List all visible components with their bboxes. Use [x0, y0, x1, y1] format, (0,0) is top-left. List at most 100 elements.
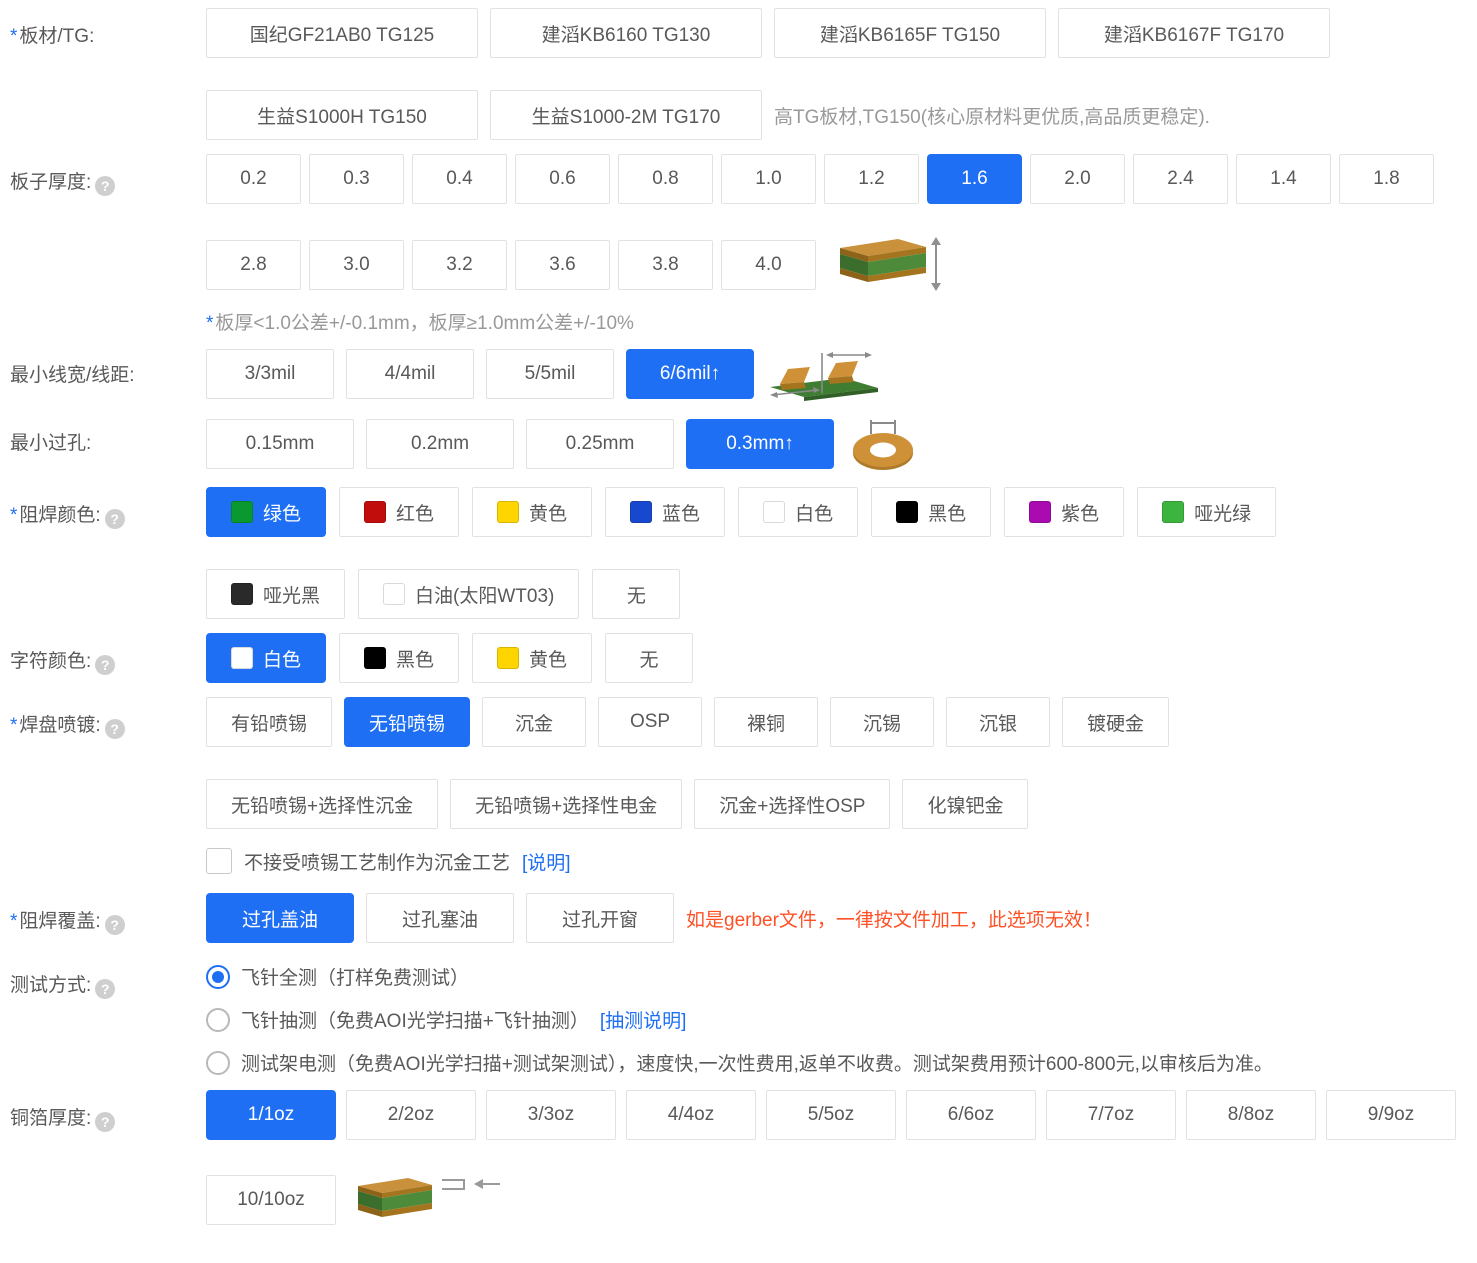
mask-color-option[interactable]: 白色 [738, 487, 858, 537]
mask-color-option[interactable]: 白油(太阳WT03) [358, 569, 579, 619]
pcb-order-form: *板材/TG: 国纪GF21AB0 TG125 建滔KB6160 TG130 建… [0, 0, 1477, 1258]
mask-color-option[interactable]: 紫色 [1004, 487, 1124, 537]
option-label: 黑色 [928, 499, 966, 526]
help-icon[interactable]: ? [95, 176, 115, 196]
silk-color-option[interactable]: 白色 [206, 633, 326, 683]
radio-button[interactable] [206, 1051, 230, 1075]
copper-option[interactable]: 10/10oz [206, 1175, 336, 1225]
finish-option[interactable]: 沉锡 [830, 697, 934, 747]
thickness-option[interactable]: 3.2 [412, 240, 507, 290]
thickness-option[interactable]: 2.0 [1030, 154, 1125, 204]
thickness-option[interactable]: 4.0 [721, 240, 816, 290]
help-icon[interactable]: ? [105, 719, 125, 739]
copper-option[interactable]: 2/2oz [346, 1090, 476, 1140]
help-icon[interactable]: ? [105, 509, 125, 529]
via-option[interactable]: 0.25mm [526, 419, 674, 469]
silk-color-option[interactable]: 黄色 [472, 633, 592, 683]
help-icon[interactable]: ? [95, 979, 115, 999]
thickness-option[interactable]: 1.8 [1339, 154, 1434, 204]
finish-option[interactable]: 沉金+选择性OSP [694, 779, 890, 829]
copper-option[interactable]: 3/3oz [486, 1090, 616, 1140]
mask-color-option[interactable]: 红色 [339, 487, 459, 537]
finish-option[interactable]: 无铅喷锡+选择性沉金 [206, 779, 438, 829]
color-swatch [497, 501, 519, 523]
trace-option[interactable]: 4/4mil [346, 349, 474, 399]
finish-option[interactable]: 无铅喷锡 [344, 697, 470, 747]
color-swatch [1029, 501, 1051, 523]
thickness-option[interactable]: 0.2 [206, 154, 301, 204]
sampling-info-link[interactable]: [抽测说明] [600, 1006, 687, 1033]
mask-color-option[interactable]: 黑色 [871, 487, 991, 537]
radio-button[interactable] [206, 965, 230, 989]
required-mark: * [10, 26, 17, 47]
thickness-option[interactable]: 1.6 [927, 154, 1022, 204]
thickness-option[interactable]: 0.4 [412, 154, 507, 204]
finish-checkbox-row: 不接受喷锡工艺制作为沉金工艺 [说明] [10, 843, 1467, 879]
thickness-option[interactable]: 3.6 [515, 240, 610, 290]
material-note: 高TG板材,TG150(核心原材料更优质,高品质更稳定). [774, 102, 1210, 129]
thickness-option[interactable]: 0.8 [618, 154, 713, 204]
finish-option[interactable]: 化镍钯金 [902, 779, 1028, 829]
copper-option[interactable]: 5/5oz [766, 1090, 896, 1140]
finish-option[interactable]: 有铅喷锡 [206, 697, 332, 747]
thickness-option[interactable]: 1.2 [824, 154, 919, 204]
copper-option[interactable]: 6/6oz [906, 1090, 1036, 1140]
trace-options: 3/3mil 4/4mil 5/5mil 6/6mil↑ [206, 347, 1467, 401]
thickness-option[interactable]: 2.8 [206, 240, 301, 290]
finish-option[interactable]: 裸铜 [714, 697, 818, 747]
mask-color-option[interactable]: 绿色 [206, 487, 326, 537]
finish-option[interactable]: OSP [598, 697, 702, 747]
material-option[interactable]: 国纪GF21AB0 TG125 [206, 8, 478, 58]
thickness-option[interactable]: 2.4 [1133, 154, 1228, 204]
thickness-option[interactable]: 1.4 [1236, 154, 1331, 204]
finish-option[interactable]: 镀硬金 [1062, 697, 1169, 747]
help-icon[interactable]: ? [95, 655, 115, 675]
material-option[interactable]: 建滔KB6167F TG170 [1058, 8, 1330, 58]
thickness-option[interactable]: 3.0 [309, 240, 404, 290]
thickness-option[interactable]: 0.6 [515, 154, 610, 204]
silk-color-option[interactable]: 黑色 [339, 633, 459, 683]
copper-option[interactable]: 4/4oz [626, 1090, 756, 1140]
checkbox[interactable] [206, 848, 232, 874]
material-option[interactable]: 生益S1000H TG150 [206, 90, 478, 140]
thickness-option[interactable]: 0.3 [309, 154, 404, 204]
mask-color-option[interactable]: 蓝色 [605, 487, 725, 537]
thickness-option[interactable]: 1.0 [721, 154, 816, 204]
field-row-mask-color: *阻焊颜色:? 绿色 红色 黄色 蓝色 白色 黑色 紫色 哑光绿 哑光黑 白油(… [10, 487, 1467, 619]
copper-option[interactable]: 8/8oz [1186, 1090, 1316, 1140]
copper-option[interactable]: 9/9oz [1326, 1090, 1456, 1140]
radio-button[interactable] [206, 1008, 230, 1032]
option-label: 黑色 [396, 645, 434, 672]
checkbox-info-link[interactable]: [说明] [522, 848, 571, 875]
mask-color-option[interactable]: 黄色 [472, 487, 592, 537]
covering-option[interactable]: 过孔盖油 [206, 893, 354, 943]
trace-option[interactable]: 6/6mil↑ [626, 349, 754, 399]
help-icon[interactable]: ? [95, 1112, 115, 1132]
material-option[interactable]: 建滔KB6165F TG150 [774, 8, 1046, 58]
copper-option[interactable]: 7/7oz [1046, 1090, 1176, 1140]
finish-option[interactable]: 沉银 [946, 697, 1050, 747]
thickness-tolerance-note: *板厚<1.0公差+/-0.1mm，板厚≥1.0mm公差+/-10% [206, 308, 634, 335]
copper-options: 1/1oz 2/2oz 3/3oz 4/4oz 5/5oz 6/6oz 7/7o… [206, 1090, 1467, 1228]
mask-color-option[interactable]: 无 [592, 569, 680, 619]
no-hasl-as-enig-option: 不接受喷锡工艺制作为沉金工艺 [说明] [206, 843, 571, 879]
via-option[interactable]: 0.15mm [206, 419, 354, 469]
finish-option[interactable]: 无铅喷锡+选择性电金 [450, 779, 682, 829]
mask-color-option[interactable]: 哑光绿 [1137, 487, 1276, 537]
material-option[interactable]: 建滔KB6160 TG130 [490, 8, 762, 58]
silk-color-option[interactable]: 无 [605, 633, 693, 683]
mask-color-option[interactable]: 哑光黑 [206, 569, 345, 619]
via-option[interactable]: 0.3mm↑ [686, 419, 834, 469]
trace-option[interactable]: 3/3mil [206, 349, 334, 399]
covering-option[interactable]: 过孔开窗 [526, 893, 674, 943]
via-option[interactable]: 0.2mm [366, 419, 514, 469]
field-row-silk-color: 字符颜色:? 白色 黑色 黄色 无 [10, 633, 1467, 683]
copper-option[interactable]: 1/1oz [206, 1090, 336, 1140]
help-icon[interactable]: ? [105, 915, 125, 935]
field-label-via: 最小过孔: [10, 415, 206, 455]
finish-option[interactable]: 沉金 [482, 697, 586, 747]
material-option[interactable]: 生益S1000-2M TG170 [490, 90, 762, 140]
trace-option[interactable]: 5/5mil [486, 349, 614, 399]
thickness-option[interactable]: 3.8 [618, 240, 713, 290]
covering-option[interactable]: 过孔塞油 [366, 893, 514, 943]
